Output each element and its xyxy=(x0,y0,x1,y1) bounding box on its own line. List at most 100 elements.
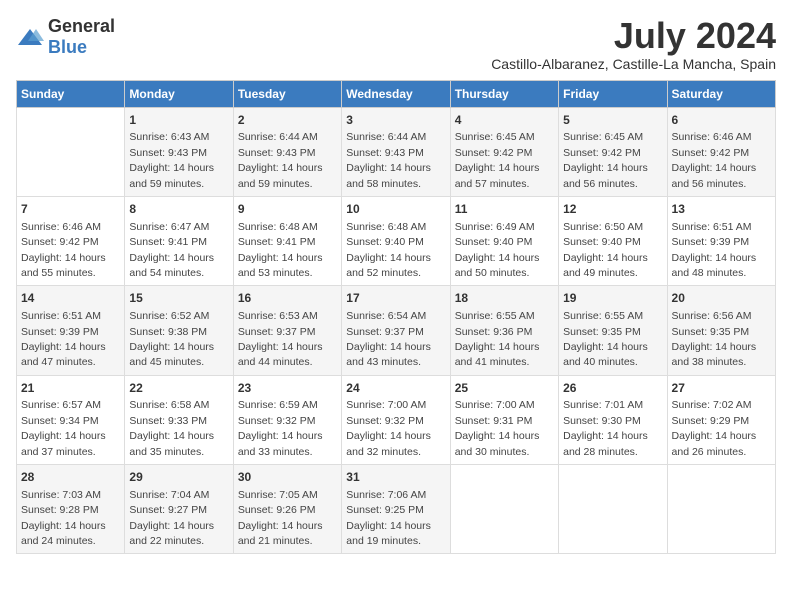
calendar-cell xyxy=(667,465,775,554)
day-info: Sunrise: 7:02 AM Sunset: 9:29 PM Dayligh… xyxy=(672,399,757,457)
calendar-cell: 13Sunrise: 6:51 AM Sunset: 9:39 PM Dayli… xyxy=(667,196,775,285)
subtitle: Castillo-Albaranez, Castille-La Mancha, … xyxy=(491,56,776,72)
day-info: Sunrise: 6:46 AM Sunset: 9:42 PM Dayligh… xyxy=(672,131,757,189)
calendar-cell: 19 Sunrise: 6:55 AM Sunset: 9:35 PM Dayli… xyxy=(559,286,667,375)
calendar-cell: 23Sunrise: 6:59 AM Sunset: 9:32 PM Dayli… xyxy=(233,375,341,464)
day-number: 16 xyxy=(238,290,337,307)
calendar-cell: 17Sunrise: 6:54 AM Sunset: 9:37 PM Dayli… xyxy=(342,286,450,375)
calendar-cell: 28 Sunrise: 7:03 AM Sunset: 9:28 PM Dayli… xyxy=(17,465,125,554)
calendar-table: SundayMondayTuesdayWednesdayThursdayFrid… xyxy=(16,80,776,555)
day-info: Sunrise: 6:50 AM Sunset: 9:40 PM Dayligh… xyxy=(563,221,648,279)
calendar-cell: 21 Sunrise: 6:57 AM Sunset: 9:34 PM Dayli… xyxy=(17,375,125,464)
calendar-cell: 22 Sunrise: 6:58 AM Sunset: 9:33 PM Dayli… xyxy=(125,375,233,464)
day-info: Sunrise: 6:53 AM Sunset: 9:37 PM Dayligh… xyxy=(238,310,323,368)
day-info: Sunrise: 6:49 AM Sunset: 9:40 PM Dayligh… xyxy=(455,221,540,279)
header: General Blue July 2024 Castillo-Albarane… xyxy=(16,16,776,72)
calendar-cell: 16 Sunrise: 6:53 AM Sunset: 9:37 PM Dayli… xyxy=(233,286,341,375)
day-info: Sunrise: 6:55 AM Sunset: 9:36 PM Dayligh… xyxy=(455,310,540,368)
day-number: 9 xyxy=(238,201,337,218)
calendar-cell: 12 Sunrise: 6:50 AM Sunset: 9:40 PM Dayli… xyxy=(559,196,667,285)
day-info: Sunrise: 6:47 AM Sunset: 9:41 PM Dayligh… xyxy=(129,221,214,279)
calendar-cell: 6 Sunrise: 6:46 AM Sunset: 9:42 PM Daylig… xyxy=(667,107,775,196)
day-number: 12 xyxy=(563,201,662,218)
column-header-tuesday: Tuesday xyxy=(233,80,341,107)
day-info: Sunrise: 6:45 AM Sunset: 9:42 PM Dayligh… xyxy=(563,131,648,189)
day-number: 22 xyxy=(129,380,228,397)
day-info: Sunrise: 6:56 AM Sunset: 9:35 PM Dayligh… xyxy=(672,310,757,368)
day-info: Sunrise: 6:44 AM Sunset: 9:43 PM Dayligh… xyxy=(238,131,323,189)
day-number: 31 xyxy=(346,469,445,486)
day-info: Sunrise: 7:05 AM Sunset: 9:26 PM Dayligh… xyxy=(238,489,323,547)
calendar-cell: 14 Sunrise: 6:51 AM Sunset: 9:39 PM Dayli… xyxy=(17,286,125,375)
week-row-2: 7Sunrise: 6:46 AM Sunset: 9:42 PM Daylig… xyxy=(17,196,776,285)
day-number: 24 xyxy=(346,380,445,397)
day-number: 4 xyxy=(455,112,554,129)
calendar-cell: 8Sunrise: 6:47 AM Sunset: 9:41 PM Daylig… xyxy=(125,196,233,285)
column-header-monday: Monday xyxy=(125,80,233,107)
calendar-cell: 27 Sunrise: 7:02 AM Sunset: 9:29 PM Dayli… xyxy=(667,375,775,464)
day-number: 25 xyxy=(455,380,554,397)
calendar-cell: 18Sunrise: 6:55 AM Sunset: 9:36 PM Dayli… xyxy=(450,286,558,375)
calendar-cell xyxy=(17,107,125,196)
column-header-wednesday: Wednesday xyxy=(342,80,450,107)
column-header-sunday: Sunday xyxy=(17,80,125,107)
logo: General Blue xyxy=(16,16,115,58)
week-row-3: 14 Sunrise: 6:51 AM Sunset: 9:39 PM Dayli… xyxy=(17,286,776,375)
day-number: 20 xyxy=(672,290,771,307)
calendar-cell: 31 Sunrise: 7:06 AM Sunset: 9:25 PM Dayli… xyxy=(342,465,450,554)
logo-icon xyxy=(16,27,44,47)
day-info: Sunrise: 6:44 AM Sunset: 9:43 PM Dayligh… xyxy=(346,131,431,189)
day-info: Sunrise: 6:48 AM Sunset: 9:41 PM Dayligh… xyxy=(238,221,323,279)
day-info: Sunrise: 6:58 AM Sunset: 9:33 PM Dayligh… xyxy=(129,399,214,457)
day-info: Sunrise: 7:04 AM Sunset: 9:27 PM Dayligh… xyxy=(129,489,214,547)
day-number: 27 xyxy=(672,380,771,397)
calendar-cell: 25 Sunrise: 7:00 AM Sunset: 9:31 PM Dayli… xyxy=(450,375,558,464)
calendar-cell: 2Sunrise: 6:44 AM Sunset: 9:43 PM Daylig… xyxy=(233,107,341,196)
calendar-cell: 4 Sunrise: 6:45 AM Sunset: 9:42 PM Daylig… xyxy=(450,107,558,196)
calendar-cell: 30 Sunrise: 7:05 AM Sunset: 9:26 PM Dayli… xyxy=(233,465,341,554)
day-number: 3 xyxy=(346,112,445,129)
day-info: Sunrise: 6:51 AM Sunset: 9:39 PM Dayligh… xyxy=(21,310,106,368)
day-info: Sunrise: 6:55 AM Sunset: 9:35 PM Dayligh… xyxy=(563,310,648,368)
header-row: SundayMondayTuesdayWednesdayThursdayFrid… xyxy=(17,80,776,107)
day-info: Sunrise: 6:46 AM Sunset: 9:42 PM Dayligh… xyxy=(21,221,106,279)
day-number: 6 xyxy=(672,112,771,129)
week-row-5: 28 Sunrise: 7:03 AM Sunset: 9:28 PM Dayli… xyxy=(17,465,776,554)
day-info: Sunrise: 6:57 AM Sunset: 9:34 PM Dayligh… xyxy=(21,399,106,457)
calendar-cell: 7Sunrise: 6:46 AM Sunset: 9:42 PM Daylig… xyxy=(17,196,125,285)
calendar-cell: 11Sunrise: 6:49 AM Sunset: 9:40 PM Dayli… xyxy=(450,196,558,285)
day-number: 14 xyxy=(21,290,120,307)
day-number: 28 xyxy=(21,469,120,486)
day-info: Sunrise: 7:00 AM Sunset: 9:32 PM Dayligh… xyxy=(346,399,431,457)
calendar-cell xyxy=(559,465,667,554)
logo-general: General xyxy=(48,16,115,36)
calendar-cell: 15Sunrise: 6:52 AM Sunset: 9:38 PM Dayli… xyxy=(125,286,233,375)
day-info: Sunrise: 6:59 AM Sunset: 9:32 PM Dayligh… xyxy=(238,399,323,457)
day-info: Sunrise: 7:06 AM Sunset: 9:25 PM Dayligh… xyxy=(346,489,431,547)
calendar-cell: 1Sunrise: 6:43 AM Sunset: 9:43 PM Daylig… xyxy=(125,107,233,196)
calendar-cell xyxy=(450,465,558,554)
calendar-cell: 9 Sunrise: 6:48 AM Sunset: 9:41 PM Daylig… xyxy=(233,196,341,285)
day-info: Sunrise: 6:51 AM Sunset: 9:39 PM Dayligh… xyxy=(672,221,757,279)
main-title: July 2024 xyxy=(491,16,776,56)
day-number: 30 xyxy=(238,469,337,486)
day-info: Sunrise: 7:01 AM Sunset: 9:30 PM Dayligh… xyxy=(563,399,648,457)
day-number: 21 xyxy=(21,380,120,397)
day-number: 10 xyxy=(346,201,445,218)
week-row-4: 21 Sunrise: 6:57 AM Sunset: 9:34 PM Dayli… xyxy=(17,375,776,464)
day-info: Sunrise: 7:03 AM Sunset: 9:28 PM Dayligh… xyxy=(21,489,106,547)
calendar-cell: 5Sunrise: 6:45 AM Sunset: 9:42 PM Daylig… xyxy=(559,107,667,196)
day-info: Sunrise: 7:00 AM Sunset: 9:31 PM Dayligh… xyxy=(455,399,540,457)
day-number: 19 xyxy=(563,290,662,307)
day-info: Sunrise: 6:54 AM Sunset: 9:37 PM Dayligh… xyxy=(346,310,431,368)
calendar-cell: 10 Sunrise: 6:48 AM Sunset: 9:40 PM Dayli… xyxy=(342,196,450,285)
logo-blue: Blue xyxy=(48,37,87,57)
column-header-saturday: Saturday xyxy=(667,80,775,107)
day-info: Sunrise: 6:48 AM Sunset: 9:40 PM Dayligh… xyxy=(346,221,431,279)
day-number: 29 xyxy=(129,469,228,486)
day-info: Sunrise: 6:45 AM Sunset: 9:42 PM Dayligh… xyxy=(455,131,540,189)
calendar-cell: 3 Sunrise: 6:44 AM Sunset: 9:43 PM Daylig… xyxy=(342,107,450,196)
column-header-friday: Friday xyxy=(559,80,667,107)
calendar-cell: 20 Sunrise: 6:56 AM Sunset: 9:35 PM Dayli… xyxy=(667,286,775,375)
day-number: 26 xyxy=(563,380,662,397)
